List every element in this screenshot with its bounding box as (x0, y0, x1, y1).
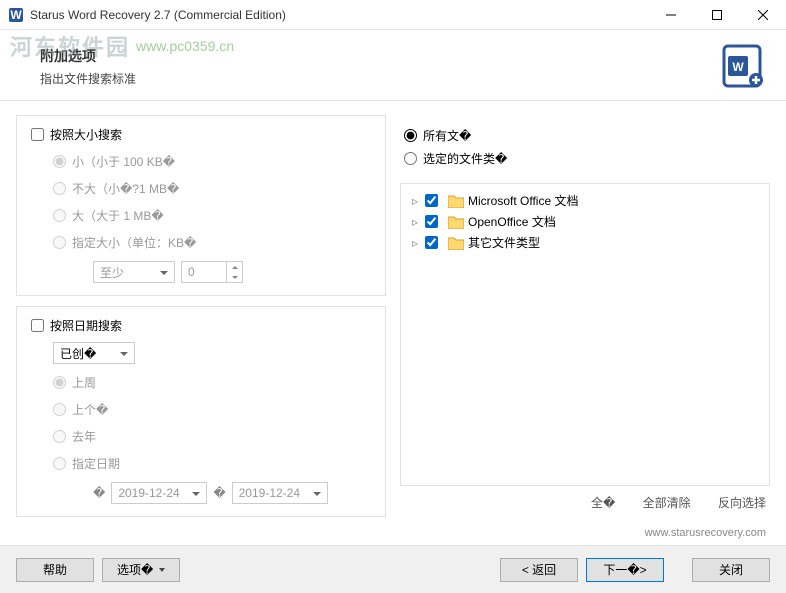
close-button[interactable] (740, 0, 786, 30)
folder-icon (448, 236, 464, 250)
title-bar: W Starus Word Recovery 2.7 (Commercial E… (0, 0, 786, 30)
tree-check-other[interactable] (425, 236, 438, 249)
close-dialog-button[interactable]: 关闭 (692, 558, 770, 582)
tree-check-ms[interactable] (425, 194, 438, 207)
expand-icon[interactable]: ▹ (409, 215, 421, 229)
folder-icon (448, 215, 464, 229)
watermark-url: www.pc0359.cn (136, 38, 234, 54)
date-custom-radio[interactable] (53, 457, 66, 470)
date-from-icon: � (93, 486, 105, 500)
size-value-input[interactable] (182, 265, 222, 279)
spin-up-icon[interactable] (227, 262, 242, 272)
watermark: 河东软件园 www.pc0359.cn (10, 30, 234, 62)
tree-label-other: 其它文件类型 (468, 234, 540, 251)
page-subtitle: 指出文件搜索标准 (40, 70, 718, 87)
date-search-checkbox[interactable] (31, 319, 44, 332)
back-button[interactable]: < 返回 (500, 558, 578, 582)
date-custom-label: 指定日期 (72, 455, 120, 472)
svg-text:W: W (10, 8, 22, 22)
date-to-combo[interactable]: 2019-12-24 (232, 482, 328, 504)
tree-label-oo: OpenOffice 文档 (468, 213, 556, 230)
next-button[interactable]: 下一�> (586, 558, 664, 582)
size-custom-radio[interactable] (53, 236, 66, 249)
app-icon: W (8, 7, 24, 23)
date-type-combo[interactable]: 已创� (53, 342, 135, 364)
size-small-radio[interactable] (53, 155, 66, 168)
maximize-button[interactable] (694, 0, 740, 30)
tree-check-oo[interactable] (425, 215, 438, 228)
size-medium-radio[interactable] (53, 182, 66, 195)
date-week-label: 上周 (72, 374, 96, 391)
date-month-label: 上个� (72, 401, 108, 418)
size-large-label: 大（大于 1 MB� (72, 207, 164, 224)
size-small-label: 小（小于 100 KB� (72, 153, 175, 170)
clear-all-link[interactable]: 全部清除 (643, 496, 691, 510)
date-to-icon: � (213, 486, 225, 500)
filetype-all-label: 所有文� (423, 127, 471, 144)
minimize-button[interactable] (648, 0, 694, 30)
size-value-spinner[interactable] (181, 261, 243, 283)
footer-bar: 帮助 选项� < 返回 下一�> 关闭 (0, 545, 786, 593)
word-icon: W (718, 42, 766, 90)
filetype-all-radio[interactable] (404, 129, 417, 142)
size-custom-label: 指定大小（单位：KB� (72, 234, 196, 251)
filetype-selected-label: 选定的文件类� (423, 150, 507, 167)
date-year-radio[interactable] (53, 430, 66, 443)
date-search-panel: 按照日期搜索 已创� 上周 上个� 去年 (16, 306, 386, 517)
size-search-panel: 按照大小搜索 小（小于 100 KB� 不大（小�?1 MB� 大（大于 1 M… (16, 115, 386, 296)
options-button[interactable]: 选项� (102, 558, 180, 582)
tree-item-ms[interactable]: ▹ Microsoft Office 文档 (409, 190, 761, 211)
expand-icon[interactable]: ▹ (409, 236, 421, 250)
size-medium-label: 不大（小�?1 MB� (72, 180, 179, 197)
window-title: Starus Word Recovery 2.7 (Commercial Edi… (30, 8, 648, 22)
size-search-checkbox[interactable] (31, 128, 44, 141)
filetype-tree: ▹ Microsoft Office 文档 ▹ OpenOffice 文档 ▹ … (400, 183, 770, 486)
invert-link[interactable]: 反向选择 (718, 496, 766, 510)
tree-label-ms: Microsoft Office 文档 (468, 192, 578, 209)
date-search-label: 按照日期搜索 (50, 317, 122, 334)
date-week-radio[interactable] (53, 376, 66, 389)
footer-url: www.starusrecovery.com (645, 527, 766, 539)
help-button[interactable]: 帮助 (16, 558, 94, 582)
date-year-label: 去年 (72, 428, 96, 445)
spin-down-icon[interactable] (227, 272, 242, 282)
tree-item-oo[interactable]: ▹ OpenOffice 文档 (409, 211, 761, 232)
date-month-radio[interactable] (53, 403, 66, 416)
size-large-radio[interactable] (53, 209, 66, 222)
tree-item-other[interactable]: ▹ 其它文件类型 (409, 232, 761, 253)
filetype-selected-radio[interactable] (404, 152, 417, 165)
svg-text:W: W (732, 60, 744, 74)
date-from-combo[interactable]: 2019-12-24 (111, 482, 207, 504)
select-all-link[interactable]: 全� (591, 496, 615, 510)
expand-icon[interactable]: ▹ (409, 194, 421, 208)
folder-icon (448, 194, 464, 208)
size-search-label: 按照大小搜索 (50, 126, 122, 143)
watermark-logo: 河东软件园 (10, 30, 130, 62)
size-mode-combo[interactable]: 至少 (93, 261, 175, 283)
